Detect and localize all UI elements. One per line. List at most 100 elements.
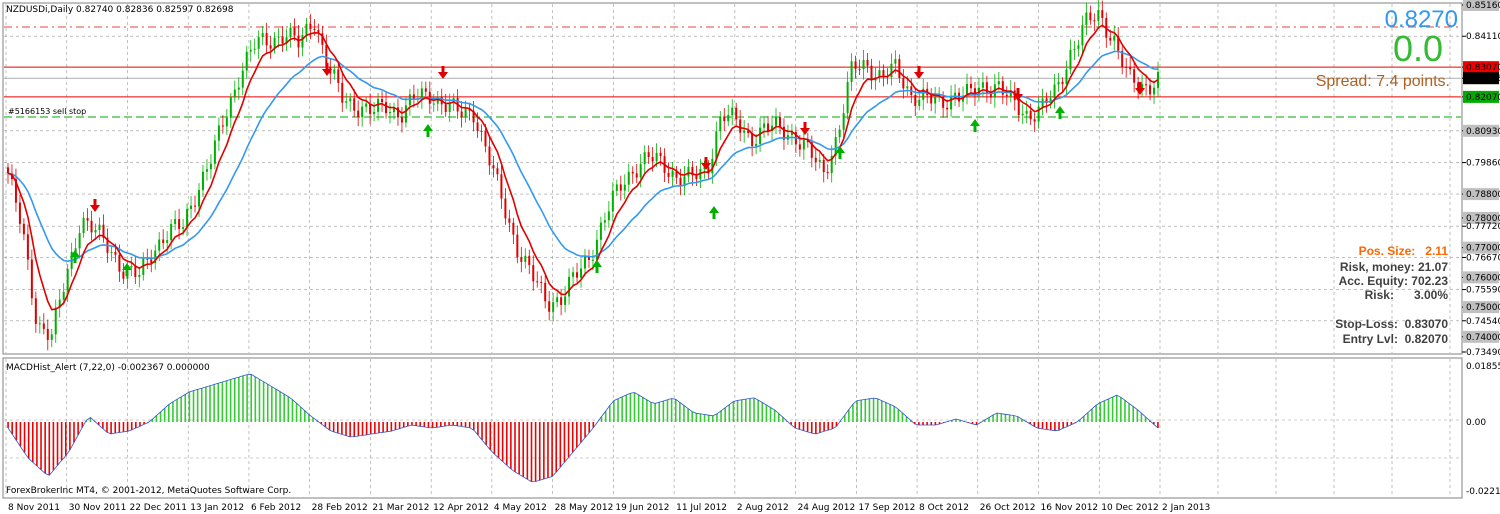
candle-body <box>249 49 252 52</box>
candle-body <box>357 110 360 118</box>
candle-body <box>488 146 491 166</box>
candle-body <box>743 130 746 133</box>
candle-body <box>627 171 630 185</box>
acc-equity-row: Acc. Equity: 702.23 <box>1339 274 1448 288</box>
candle-body <box>902 78 905 89</box>
date-tick-label: 11 Jul 2012 <box>676 503 727 513</box>
candle-body <box>301 35 304 48</box>
candle-body <box>78 233 81 249</box>
candle-body <box>118 254 121 272</box>
candle-body <box>293 27 296 36</box>
candle-body <box>277 36 280 38</box>
candle-body <box>671 170 674 177</box>
candle-body <box>1077 45 1080 49</box>
candle-body <box>158 239 161 251</box>
risk-row: Risk: 3.00% <box>1365 288 1448 302</box>
candle-body <box>480 131 483 133</box>
candle-body <box>890 63 893 78</box>
candle-body <box>997 81 1000 85</box>
candle-body <box>381 98 384 103</box>
candle-body <box>217 125 220 141</box>
date-tick-label: 12 Apr 2012 <box>433 503 489 513</box>
candle-body <box>619 184 622 191</box>
candle-body <box>850 61 853 82</box>
candle-body <box>536 281 539 283</box>
candle-body <box>6 167 9 174</box>
date-tick-label: 8 Oct 2012 <box>919 503 969 513</box>
candle-body <box>174 219 177 224</box>
candle-body <box>1061 81 1064 85</box>
candle-body <box>802 140 805 150</box>
candle-body <box>197 190 200 207</box>
candle-body <box>615 184 618 191</box>
candle-body <box>341 82 344 103</box>
candle-body <box>1085 12 1088 26</box>
candle-body <box>882 70 885 77</box>
candle-body <box>798 144 801 150</box>
candle-body <box>826 172 829 174</box>
date-tick-label: 19 Jun 2012 <box>615 503 669 513</box>
candle-body <box>186 208 189 228</box>
candle-body <box>1029 110 1032 120</box>
candle-body <box>524 255 527 262</box>
date-tick-label: 6 Feb 2012 <box>251 503 301 513</box>
candle-body <box>591 259 594 261</box>
candle-body <box>389 112 392 114</box>
candle-body <box>723 116 726 122</box>
main-chart-frame <box>2 2 1463 355</box>
stop-loss-label: Stop-Loss: <box>1335 317 1398 331</box>
candle-body <box>1145 84 1148 86</box>
candle-body <box>1101 10 1104 19</box>
candle-body <box>930 95 933 104</box>
candle-body <box>767 123 770 132</box>
candle-body <box>595 239 598 260</box>
chart-canvas[interactable]: 0.851600.841100.830700.826980.820700.809… <box>0 0 1500 514</box>
date-tick-label: 10 Dec 2012 <box>1101 503 1159 513</box>
candle-body <box>532 265 535 282</box>
candle-body <box>954 92 957 96</box>
candle-body <box>643 152 646 165</box>
candle-body <box>508 218 511 223</box>
candle-body <box>950 95 953 110</box>
candle-body <box>1097 10 1100 21</box>
candle-body <box>1133 69 1136 83</box>
candle-body <box>611 190 614 212</box>
acc-equity-value: 702.23 <box>1411 274 1448 288</box>
candle-body <box>253 48 256 50</box>
candle-body <box>400 117 403 123</box>
price-tick-label: 0.82698 <box>1466 74 1500 84</box>
candle-body <box>1149 85 1152 95</box>
candle-body <box>201 171 204 191</box>
candle-body <box>568 276 571 297</box>
candle-body <box>90 220 93 233</box>
entry-value: 0.82070 <box>1404 332 1448 346</box>
candle-body <box>1041 98 1044 107</box>
price-tick-label: 0.77000 <box>1466 244 1500 254</box>
candle-body <box>237 87 240 90</box>
candle-body <box>838 129 841 138</box>
candle-body <box>460 111 463 118</box>
candle-body <box>667 172 670 177</box>
candle-body <box>862 59 865 70</box>
candle-body <box>98 224 101 231</box>
candle-body <box>233 89 236 98</box>
candle-body <box>1033 119 1036 122</box>
date-tick-label: 13 Jan 2012 <box>190 503 244 513</box>
price-tick-label: 0.74000 <box>1466 333 1500 343</box>
candle-body <box>162 239 165 244</box>
candle-body <box>66 268 69 292</box>
candle-body <box>603 220 606 223</box>
candle-body <box>245 51 248 71</box>
candle-body <box>229 97 232 118</box>
macd-tick-label: -0.02218 <box>1466 487 1500 497</box>
order-label: #5166153 sell stop <box>8 107 86 116</box>
candle-body <box>138 274 141 277</box>
candle-body <box>858 69 861 71</box>
candle-body <box>261 33 264 38</box>
candle-body <box>432 103 435 105</box>
candle-body <box>914 94 917 106</box>
candle-body <box>679 177 682 187</box>
candle-body <box>444 104 447 112</box>
candle-body <box>981 82 984 88</box>
candle-body <box>651 157 654 162</box>
